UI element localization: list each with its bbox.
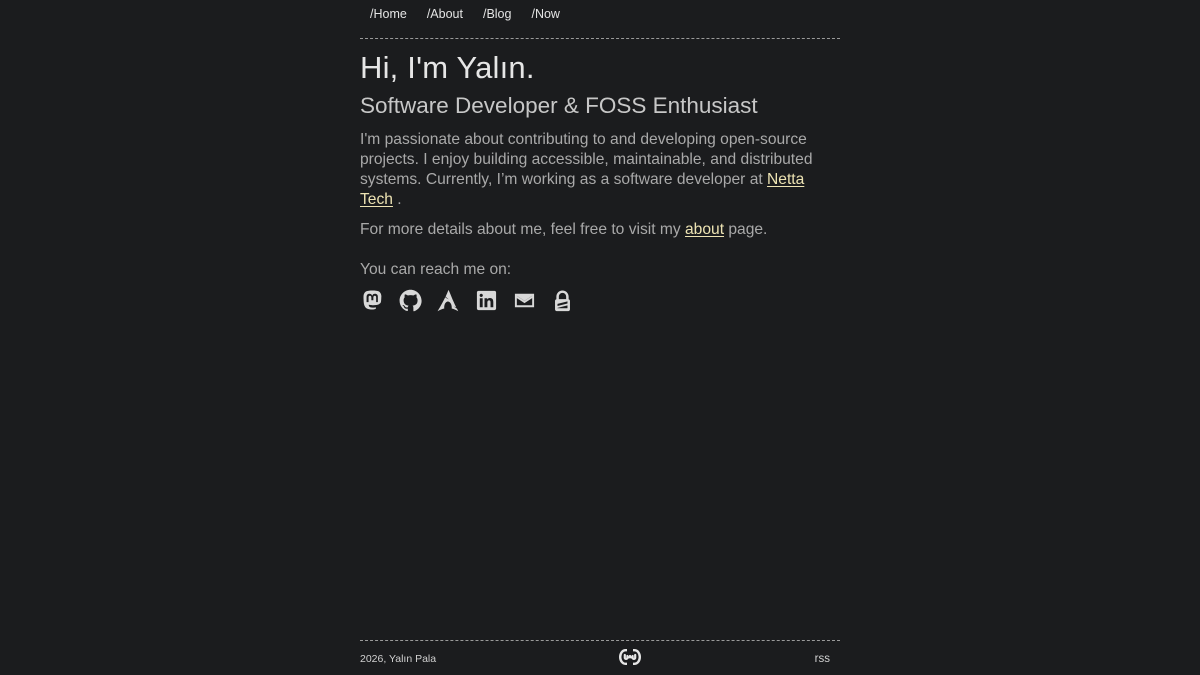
nav-link-about[interactable]: /About	[427, 0, 463, 28]
more-prefix: For more details about me, feel free to …	[360, 221, 685, 238]
intro-paragraph: I'm passionate about contributing to and…	[360, 130, 840, 210]
keyoxide-icon	[551, 289, 574, 317]
page-footer: 2026, Yalın Pala rss	[360, 640, 840, 675]
nav-link-now[interactable]: /Now	[531, 0, 559, 28]
mastodon-link[interactable]	[360, 289, 384, 317]
webring-link[interactable]	[618, 648, 642, 669]
reach-label: You can reach me on:	[360, 261, 512, 278]
github-icon	[399, 289, 422, 317]
nav-link-home[interactable]: /Home	[370, 0, 407, 28]
about-link[interactable]: about	[685, 221, 724, 238]
page-title: Hi, I'm Yalın.	[360, 50, 535, 85]
nav-link-blog[interactable]: /Blog	[483, 0, 512, 28]
email-link[interactable]	[512, 291, 536, 315]
nav-list: /Home /About /Blog /Now	[360, 0, 840, 28]
mastodon-icon	[361, 289, 384, 317]
nav-item-home: /Home	[370, 0, 427, 28]
webring-icon	[618, 648, 642, 669]
linkedin-link[interactable]	[474, 289, 498, 317]
intro-text: I'm passionate about contributing to and…	[360, 131, 813, 188]
page: /Home /About /Blog /Now Hi, I'm Yalın. S…	[0, 0, 1200, 675]
main-content: Hi, I'm Yalın. Software Developer & FOSS…	[360, 46, 840, 315]
nav-item-blog: /Blog	[483, 0, 532, 28]
rss-link[interactable]: rss	[815, 653, 830, 665]
intro-end: .	[392, 191, 402, 208]
page-subtitle: Software Developer & FOSS Enthusiast	[360, 93, 758, 118]
keyoxide-link[interactable]	[550, 289, 574, 317]
more-suffix: page.	[724, 221, 768, 238]
email-icon	[513, 289, 536, 317]
arch-link[interactable]	[436, 289, 460, 317]
linkedin-icon	[475, 289, 498, 317]
arch-icon	[437, 289, 460, 317]
nav-item-now: /Now	[531, 0, 579, 28]
nav-item-about: /About	[427, 0, 483, 28]
social-links	[360, 289, 840, 317]
footer-copyright: 2026, Yalın Pala	[360, 652, 437, 665]
more-paragraph: For more details about me, feel free to …	[360, 220, 840, 240]
top-nav: /Home /About /Blog /Now	[360, 0, 840, 39]
github-link[interactable]	[398, 289, 422, 317]
